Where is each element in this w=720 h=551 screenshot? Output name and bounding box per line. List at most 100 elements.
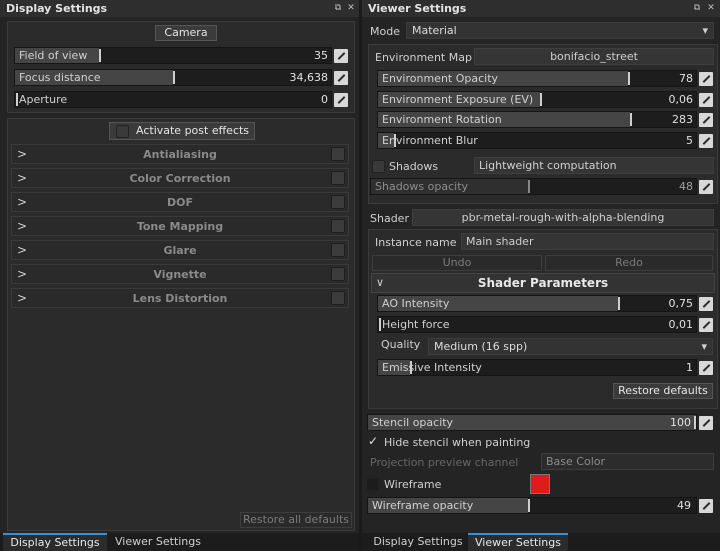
slider-value[interactable]: 283 bbox=[672, 113, 693, 126]
panel-title: Display Settings bbox=[6, 2, 108, 15]
effect-checkbox[interactable] bbox=[331, 291, 345, 305]
edit-pen-icon[interactable] bbox=[334, 71, 348, 85]
close-icon[interactable]: ✕ bbox=[346, 3, 356, 13]
wireframe-opacity-slider[interactable]: Wireframe opacity 49 bbox=[367, 497, 697, 514]
slider-handle[interactable] bbox=[528, 499, 530, 512]
slider-handle[interactable] bbox=[540, 93, 542, 106]
edit-pen-icon[interactable] bbox=[699, 297, 713, 311]
edit-pen-icon[interactable] bbox=[699, 72, 713, 86]
environment-map-field[interactable]: bonifacio_street bbox=[474, 48, 714, 65]
effect-vignette[interactable]: > Vignette bbox=[11, 264, 349, 284]
slider-value[interactable]: 0,01 bbox=[669, 318, 694, 331]
environment-exposure-slider[interactable]: Environment Exposure (EV) 0,06 bbox=[377, 91, 697, 108]
stencil-opacity-slider[interactable]: Stencil opacity 100 bbox=[367, 414, 697, 431]
shadows-opacity-slider[interactable]: Shadows opacity 48 bbox=[370, 178, 697, 195]
slider-handle[interactable] bbox=[694, 416, 696, 429]
effect-antialiasing[interactable]: > Antialiasing bbox=[11, 144, 349, 164]
slider-handle[interactable] bbox=[630, 113, 632, 126]
check-icon[interactable]: ✓ bbox=[368, 434, 381, 448]
slider-handle[interactable] bbox=[16, 93, 18, 106]
slider-value[interactable]: 48 bbox=[679, 180, 693, 193]
edit-pen-icon[interactable] bbox=[699, 416, 713, 430]
slider-value[interactable]: 0,06 bbox=[669, 93, 694, 106]
chevron-right-icon: > bbox=[17, 171, 28, 185]
shadows-checkbox[interactable] bbox=[372, 160, 385, 173]
effect-checkbox[interactable] bbox=[331, 171, 345, 185]
camera-button[interactable]: Camera bbox=[155, 25, 217, 41]
effect-dof[interactable]: > DOF bbox=[11, 192, 349, 212]
effect-label: Color Correction bbox=[129, 172, 231, 185]
effect-lens-distortion[interactable]: > Lens Distortion bbox=[11, 288, 349, 308]
environment-rotation-slider[interactable]: Environment Rotation 283 bbox=[377, 111, 697, 128]
slider-value[interactable]: 35 bbox=[314, 49, 328, 62]
environment-opacity-slider[interactable]: Environment Opacity 78 bbox=[377, 70, 697, 87]
slider-label: Shadows opacity bbox=[375, 180, 469, 193]
slider-handle[interactable] bbox=[528, 180, 530, 193]
height-force-slider[interactable]: Height force 0,01 bbox=[377, 316, 697, 333]
shadows-mode-field[interactable]: Lightweight computation bbox=[474, 157, 714, 174]
tab-display-settings[interactable]: Display Settings bbox=[366, 533, 470, 551]
slider-value[interactable]: 5 bbox=[686, 134, 693, 147]
undo-button[interactable]: Undo bbox=[372, 255, 542, 271]
chevron-right-icon: > bbox=[17, 147, 28, 161]
effect-color-correction[interactable]: > Color Correction bbox=[11, 168, 349, 188]
edit-pen-icon[interactable] bbox=[699, 113, 713, 127]
quality-select[interactable]: Medium (16 spp) bbox=[428, 338, 713, 355]
slider-value[interactable]: 0 bbox=[321, 93, 328, 106]
display-settings-titlebar: Display Settings ⧉ ✕ bbox=[0, 0, 359, 17]
edit-pen-icon[interactable] bbox=[699, 499, 713, 513]
edit-pen-icon[interactable] bbox=[699, 93, 713, 107]
projection-preview-field[interactable]: Base Color bbox=[541, 453, 714, 470]
slider-value[interactable]: 49 bbox=[677, 499, 691, 512]
effect-glare[interactable]: > Glare bbox=[11, 240, 349, 260]
activate-checkbox[interactable] bbox=[116, 125, 129, 138]
emissive-intensity-slider[interactable]: Emissive Intensity 1 bbox=[377, 359, 697, 376]
slider-handle[interactable] bbox=[99, 49, 101, 62]
ao-intensity-slider[interactable]: AO Intensity 0,75 bbox=[377, 295, 697, 312]
edit-pen-icon[interactable] bbox=[699, 318, 713, 332]
field-of-view-slider[interactable]: Field of view 35 bbox=[14, 47, 332, 64]
edit-pen-icon[interactable] bbox=[334, 93, 348, 107]
effect-tone-mapping[interactable]: > Tone Mapping bbox=[11, 216, 349, 236]
shader-parameters-header[interactable]: ∨ Shader Parameters bbox=[371, 273, 715, 293]
slider-handle[interactable] bbox=[173, 71, 175, 84]
slider-handle[interactable] bbox=[379, 318, 381, 331]
slider-handle[interactable] bbox=[618, 297, 620, 310]
restore-all-defaults-button[interactable]: Restore all defaults bbox=[240, 512, 352, 528]
effect-checkbox[interactable] bbox=[331, 243, 345, 257]
float-icon[interactable]: ⧉ bbox=[692, 3, 702, 13]
slider-value[interactable]: 0,75 bbox=[669, 297, 694, 310]
slider-label: Wireframe opacity bbox=[372, 499, 474, 512]
edit-pen-icon[interactable] bbox=[699, 134, 713, 148]
left-tab-bar: Display Settings Viewer Settings bbox=[0, 533, 359, 551]
tab-display-settings[interactable]: Display Settings bbox=[3, 533, 107, 551]
edit-pen-icon[interactable] bbox=[699, 361, 713, 375]
aperture-slider[interactable]: Aperture 0 bbox=[14, 91, 332, 108]
edit-pen-icon[interactable] bbox=[699, 180, 713, 194]
restore-defaults-button[interactable]: Restore defaults bbox=[613, 383, 713, 399]
effect-checkbox[interactable] bbox=[331, 219, 345, 233]
edit-pen-icon[interactable] bbox=[334, 49, 348, 63]
wireframe-color-swatch[interactable] bbox=[530, 474, 550, 494]
environment-blur-slider[interactable]: Environment Blur 5 bbox=[377, 132, 697, 149]
slider-handle[interactable] bbox=[628, 72, 630, 85]
effect-checkbox[interactable] bbox=[331, 195, 345, 209]
slider-value[interactable]: 34,638 bbox=[290, 71, 329, 84]
slider-value[interactable]: 1 bbox=[686, 361, 693, 374]
effect-checkbox[interactable] bbox=[331, 267, 345, 281]
slider-value[interactable]: 78 bbox=[679, 72, 693, 85]
instance-name-field[interactable]: Main shader bbox=[461, 233, 714, 250]
activate-post-effects-button[interactable]: Activate post effects bbox=[109, 122, 255, 140]
effect-label: DOF bbox=[167, 196, 193, 209]
slider-value[interactable]: 100 bbox=[670, 416, 691, 429]
redo-button[interactable]: Redo bbox=[545, 255, 713, 271]
float-icon[interactable]: ⧉ bbox=[333, 3, 343, 13]
mode-select[interactable]: Material bbox=[406, 22, 714, 39]
effect-checkbox[interactable] bbox=[331, 147, 345, 161]
focus-distance-slider[interactable]: Focus distance 34,638 bbox=[14, 69, 332, 86]
close-icon[interactable]: ✕ bbox=[706, 3, 716, 13]
wireframe-checkbox[interactable] bbox=[366, 478, 379, 491]
shader-field[interactable]: pbr-metal-rough-with-alpha-blending bbox=[412, 209, 714, 226]
tab-viewer-settings[interactable]: Viewer Settings bbox=[108, 533, 208, 551]
tab-viewer-settings[interactable]: Viewer Settings bbox=[468, 533, 568, 551]
